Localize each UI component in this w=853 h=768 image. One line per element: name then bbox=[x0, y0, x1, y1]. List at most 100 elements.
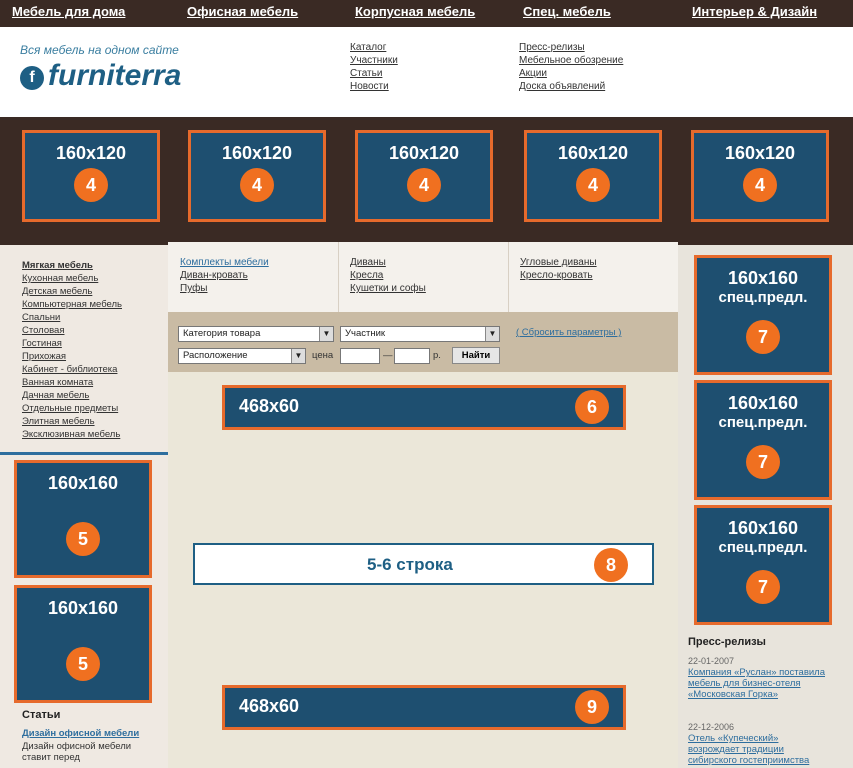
filter-panel: Категория товара ▼ Участник ▼ ( Сбросить п… bbox=[168, 312, 678, 372]
banner-number-badge: 7 bbox=[746, 445, 780, 479]
banner-160x120-4[interactable]: 160x120 4 bbox=[524, 130, 662, 222]
banner-number-badge: 4 bbox=[743, 168, 777, 202]
price-to-input[interactable] bbox=[394, 348, 430, 364]
logo-icon: f bbox=[20, 66, 44, 90]
banner-size-label: 160x160 bbox=[47, 473, 119, 493]
subcat-poufs[interactable]: Пуфы bbox=[180, 282, 269, 295]
nav-office-furniture[interactable]: Офисная мебель bbox=[187, 4, 298, 19]
menu-country-furniture[interactable]: Дачная мебель bbox=[22, 389, 122, 402]
link-participants[interactable]: Участники bbox=[350, 54, 398, 67]
banner-size-label: 160x160 bbox=[727, 518, 799, 538]
menu-exclusive-furniture[interactable]: Эксклюзивная мебель bbox=[22, 428, 122, 441]
menu-kitchen-furniture[interactable]: Кухонная мебель bbox=[22, 272, 122, 285]
menu-kids-furniture[interactable]: Детская мебель bbox=[22, 285, 122, 298]
link-news[interactable]: Новости bbox=[350, 80, 398, 93]
menu-soft-furniture[interactable]: Мягкая мебель bbox=[22, 259, 122, 272]
banner-size-label: 160x120 bbox=[55, 143, 127, 163]
article-link[interactable]: Дизайн офисной мебели bbox=[22, 728, 139, 739]
banner-468x60-bottom[interactable]: 468x60 9 bbox=[222, 685, 626, 730]
menu-bedrooms[interactable]: Спальни bbox=[22, 311, 122, 324]
subcat-armchair-bed[interactable]: Кресло-кровать bbox=[520, 269, 597, 282]
press-date: 22-01-2007 bbox=[688, 656, 735, 666]
banner-size-label: 160x120 bbox=[388, 143, 460, 163]
text-ad-label: 5-6 строка bbox=[367, 555, 453, 574]
banner-number-badge: 7 bbox=[746, 570, 780, 604]
nav-special-furniture[interactable]: Спец. мебель bbox=[523, 4, 611, 19]
menu-dining[interactable]: Столовая bbox=[22, 324, 122, 337]
subcat-separator bbox=[338, 242, 339, 312]
banner-size-label: 160x160 bbox=[727, 268, 799, 288]
subcat-col-1: Комплекты мебели Диван-кровать Пуфы bbox=[180, 256, 269, 295]
menu-bathroom[interactable]: Ванная комната bbox=[22, 376, 122, 389]
banner-sub-label: спец.предл. bbox=[718, 414, 808, 431]
banner-number-badge: 4 bbox=[407, 168, 441, 202]
nav-home-furniture[interactable]: Мебель для дома bbox=[12, 4, 125, 19]
article-snippet: Дизайн офисной мебели ставит перед bbox=[22, 741, 132, 763]
menu-separate-items[interactable]: Отдельные предметы bbox=[22, 402, 122, 415]
press-link[interactable]: Компания «Руслан» поставила мебель для б… bbox=[688, 667, 828, 700]
menu-elite-furniture[interactable]: Элитная мебель bbox=[22, 415, 122, 428]
location-select[interactable]: Расположение ▼ bbox=[178, 348, 306, 364]
link-press-releases[interactable]: Пресс-релизы bbox=[519, 41, 623, 54]
header-cell-2: Каталог Участники Статьи Новости bbox=[340, 27, 506, 115]
text-ad-line[interactable]: 5-6 строка 8 bbox=[193, 543, 654, 585]
subcat-furniture-sets[interactable]: Комплекты мебели bbox=[180, 256, 269, 269]
banner-160x120-1[interactable]: 160x120 4 bbox=[22, 130, 160, 222]
header-links-2: Пресс-релизы Мебельное обозрение Акции Д… bbox=[519, 41, 623, 93]
link-bulletin-board[interactable]: Доска объявлений bbox=[519, 80, 623, 93]
location-select-value: Расположение bbox=[183, 350, 248, 361]
price-dash: — bbox=[383, 350, 393, 361]
subcat-couches[interactable]: Кушетки и софы bbox=[350, 282, 426, 295]
category-select[interactable]: Категория товара ▼ bbox=[178, 326, 334, 342]
banner-size-label: 468x60 bbox=[239, 396, 300, 416]
banner-number-badge: 9 bbox=[575, 690, 609, 724]
banner-468x60-top[interactable]: 468x60 6 bbox=[222, 385, 626, 430]
reset-filters-link[interactable]: ( Сбросить параметры ) bbox=[516, 327, 621, 338]
banner-160x160-left-2[interactable]: 160x160 5 bbox=[14, 585, 152, 703]
menu-living-room[interactable]: Гостиная bbox=[22, 337, 122, 350]
logo-text: furniterra bbox=[48, 59, 182, 92]
link-promotions[interactable]: Акции bbox=[519, 67, 623, 80]
logo[interactable]: f furniterra bbox=[20, 59, 181, 93]
menu-hallway[interactable]: Прихожая bbox=[22, 350, 122, 363]
currency-label: р. bbox=[433, 350, 441, 361]
find-button[interactable]: Найти bbox=[452, 347, 500, 364]
banner-number-badge: 4 bbox=[240, 168, 274, 202]
subcat-sofas[interactable]: Диваны bbox=[350, 256, 426, 269]
link-furniture-review[interactable]: Мебельное обозрение bbox=[519, 54, 623, 67]
banner-special-offer-2[interactable]: 160x160 спец.предл. 7 bbox=[694, 380, 832, 500]
banner-160x120-2[interactable]: 160x120 4 bbox=[188, 130, 326, 222]
press-releases-title: Пресс-релизы bbox=[688, 636, 766, 648]
banner-number-badge: 8 bbox=[594, 548, 628, 582]
subcat-separator bbox=[508, 242, 509, 312]
banner-160x120-5[interactable]: 160x120 4 bbox=[691, 130, 829, 222]
subcat-corner-sofas[interactable]: Угловые диваны bbox=[520, 256, 597, 269]
nav-interior-design[interactable]: Интерьер & Дизайн bbox=[692, 4, 817, 19]
subcat-armchairs[interactable]: Кресла bbox=[350, 269, 426, 282]
menu-computer-furniture[interactable]: Компьютерная мебель bbox=[22, 298, 122, 311]
price-from-input[interactable] bbox=[340, 348, 380, 364]
subcat-sofa-bed[interactable]: Диван-кровать bbox=[180, 269, 269, 282]
banner-special-offer-3[interactable]: 160x160 спец.предл. 7 bbox=[694, 505, 832, 625]
banner-number-badge: 5 bbox=[66, 647, 100, 681]
banner-size-label: 468x60 bbox=[239, 696, 300, 716]
link-articles[interactable]: Статьи bbox=[350, 67, 398, 80]
nav-cabinet-furniture[interactable]: Корпусная мебель bbox=[355, 4, 475, 19]
banner-size-label: 160x160 bbox=[727, 393, 799, 413]
menu-study-library[interactable]: Кабинет - библиотека bbox=[22, 363, 122, 376]
link-catalog[interactable]: Каталог bbox=[350, 41, 398, 54]
participant-select[interactable]: Участник ▼ bbox=[340, 326, 500, 342]
banner-special-offer-1[interactable]: 160x160 спец.предл. 7 bbox=[694, 255, 832, 375]
banner-size-label: 160x120 bbox=[557, 143, 629, 163]
banner-number-badge: 5 bbox=[66, 522, 100, 556]
banner-160x120-3[interactable]: 160x120 4 bbox=[355, 130, 493, 222]
left-divider bbox=[0, 452, 168, 455]
banner-size-label: 160x120 bbox=[724, 143, 796, 163]
banner-number-badge: 4 bbox=[576, 168, 610, 202]
banner-160x160-left-1[interactable]: 160x160 5 bbox=[14, 460, 152, 578]
header-cell-3: Пресс-релизы Мебельное обозрение Акции Д… bbox=[509, 27, 675, 115]
articles-title: Статьи bbox=[22, 709, 61, 721]
subcat-col-2: Диваны Кресла Кушетки и софы bbox=[350, 256, 426, 295]
press-link[interactable]: Отель «Купеческий» возрождает традиции с… bbox=[688, 733, 828, 766]
chevron-down-icon: ▼ bbox=[291, 349, 305, 363]
